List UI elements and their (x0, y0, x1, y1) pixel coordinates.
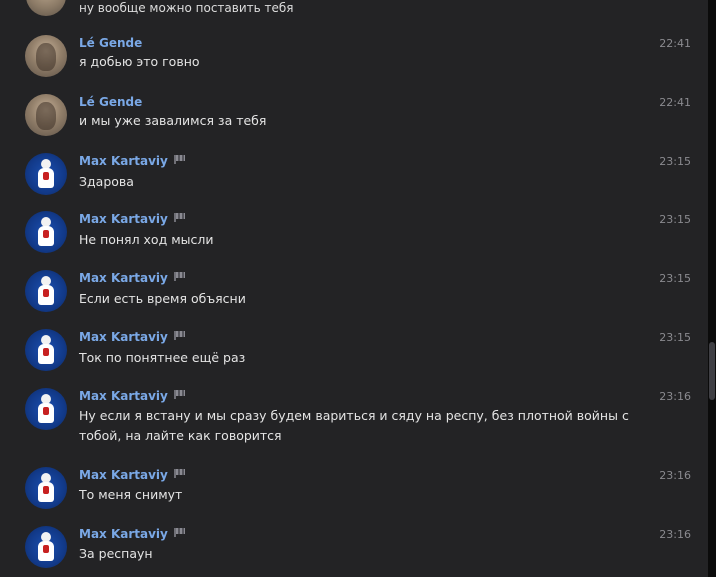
avatar[interactable] (25, 270, 67, 312)
timestamp: 23:16 (659, 528, 691, 541)
flag-badge-icon (173, 331, 185, 340)
author-label: Max Kartaviy (79, 271, 168, 285)
timestamp: 23:15 (659, 331, 691, 344)
message-text: Не понял ход мысли (79, 232, 214, 247)
author-name[interactable]: Lé Gende (79, 95, 142, 109)
avatar-figure-icon (38, 335, 54, 365)
chat-panel: ну вообще можно поставить тебя Lé Gende … (0, 0, 708, 577)
timestamp: 22:41 (659, 37, 691, 50)
avatar-figure-icon (38, 276, 54, 306)
author-name[interactable]: Max Kartaviy (79, 527, 185, 541)
avatar-figure-icon (38, 532, 54, 562)
message-text: Ток по понятнее ещё раз (79, 350, 246, 365)
avatar-figure-icon (38, 473, 54, 503)
timestamp: 23:16 (659, 390, 691, 403)
message-text-continued: тобой, на лайте как говорится (79, 428, 282, 443)
scrollbar[interactable] (708, 0, 716, 577)
flag-badge-icon (173, 469, 185, 478)
timestamp: 22:41 (659, 96, 691, 109)
message-text: То меня снимут (79, 487, 183, 502)
message-text: я добью это говно (79, 54, 200, 69)
message-text: Если есть время объясни (79, 291, 246, 306)
avatar-figure-icon (38, 217, 54, 247)
message-text: Ну если я встану и мы сразу будем варить… (79, 408, 629, 423)
author-name[interactable]: Max Kartaviy (79, 330, 185, 344)
author-name[interactable]: Lé Gende (79, 36, 142, 50)
author-name[interactable]: Max Kartaviy (79, 468, 185, 482)
timestamp: 23:16 (659, 469, 691, 482)
author-label: Max Kartaviy (79, 389, 168, 403)
timestamp: 23:15 (659, 213, 691, 226)
scroll-thumb[interactable] (709, 342, 715, 400)
timestamp: 23:15 (659, 272, 691, 285)
author-label: Max Kartaviy (79, 154, 168, 168)
avatar[interactable] (25, 94, 67, 136)
flag-badge-icon (173, 390, 185, 399)
avatar[interactable] (25, 153, 67, 195)
avatar[interactable] (25, 211, 67, 253)
avatar[interactable] (25, 526, 67, 568)
flag-badge-icon (173, 213, 185, 222)
author-label: Max Kartaviy (79, 468, 168, 482)
timestamp: 23:15 (659, 155, 691, 168)
avatar-figure-icon (38, 394, 54, 424)
author-label: Max Kartaviy (79, 212, 168, 226)
message-fragment: ну вообще можно поставить тебя (0, 0, 708, 22)
message-text: Здарова (79, 174, 134, 189)
avatar[interactable] (25, 329, 67, 371)
flag-badge-icon (173, 272, 185, 281)
author-label: Max Kartaviy (79, 330, 168, 344)
message-text: ну вообще можно поставить тебя (79, 1, 294, 15)
author-name[interactable]: Max Kartaviy (79, 212, 185, 226)
avatar[interactable] (25, 388, 67, 430)
avatar-figure-icon (38, 159, 54, 189)
avatar[interactable] (26, 0, 66, 16)
flag-badge-icon (173, 528, 185, 537)
author-name[interactable]: Max Kartaviy (79, 389, 185, 403)
author-name[interactable]: Max Kartaviy (79, 271, 185, 285)
message-text: и мы уже завалимся за тебя (79, 113, 267, 128)
author-name[interactable]: Max Kartaviy (79, 154, 185, 168)
message-text: За респаун (79, 546, 153, 561)
author-label: Max Kartaviy (79, 527, 168, 541)
flag-badge-icon (173, 155, 185, 164)
avatar[interactable] (25, 467, 67, 509)
avatar[interactable] (25, 35, 67, 77)
